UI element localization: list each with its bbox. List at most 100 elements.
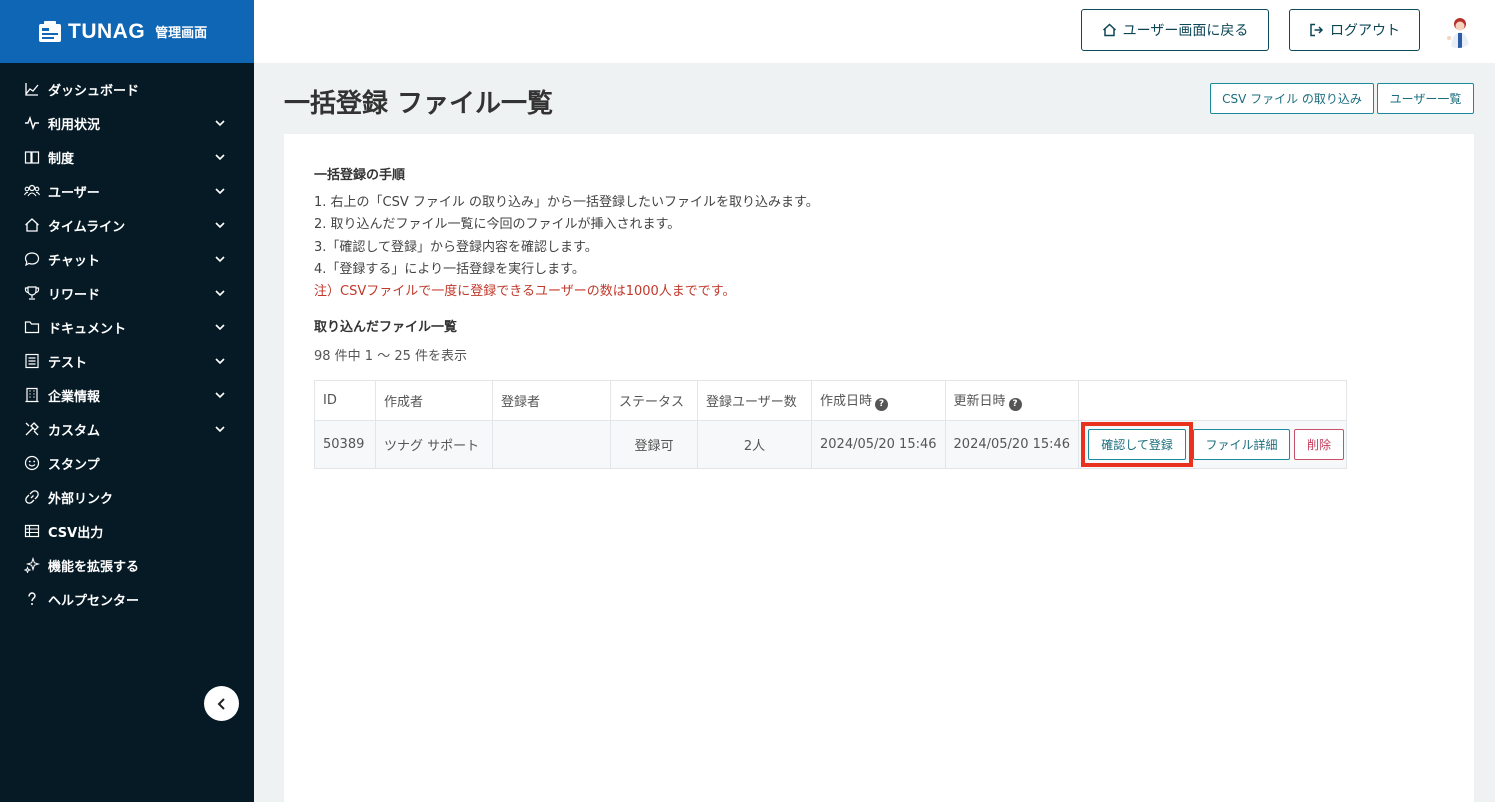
file-list-title: 取り込んだファイル一覧 [314, 320, 458, 335]
content-panel: 一括登録の手順 1. 右上の「CSV ファイル の取り込み」から一括登録したいフ… [284, 134, 1474, 802]
home-icon [24, 217, 40, 233]
sidebar-item-chat[interactable]: チャット [0, 242, 254, 276]
sidebar-item-label: ダッシュボード [48, 83, 140, 99]
sidebar-item-building[interactable]: 企業情報 [0, 378, 254, 412]
cell-id: 50389 [314, 420, 376, 469]
sidebar-item-tools[interactable]: カスタム [0, 412, 254, 446]
chevron-left-icon [217, 697, 225, 710]
procedure-steps: 1. 右上の「CSV ファイル の取り込み」から一括登録したいファイルを取り込み… [314, 192, 819, 303]
pulse-icon [24, 115, 40, 131]
sidebar-item-book[interactable]: 制度 [0, 140, 254, 174]
procedure-title: 一括登録の手順 [314, 168, 406, 183]
logout-button-label: ログアウト [1330, 23, 1400, 39]
brand-header[interactable]: TUNAG 管理画面 [0, 0, 254, 63]
back-to-user-screen-button[interactable]: ユーザー画面に戻る [1081, 9, 1269, 51]
col-header-id: ID [314, 380, 376, 421]
cell-updated: 2024/05/20 15:46 [944, 420, 1080, 469]
chart-icon [24, 81, 40, 97]
sidebar-item-label: テスト [48, 355, 88, 371]
sidebar-item-table[interactable]: CSV出力 [0, 514, 254, 548]
avatar[interactable] [1441, 14, 1475, 48]
limit-note: 注）CSVファイルで一度に登録できるユーザーの数は1000人までです。 [314, 284, 736, 300]
tools-icon [24, 421, 40, 437]
sidebar-item-label: ヘルプセンター [48, 593, 140, 609]
sidebar-collapse-button[interactable] [204, 686, 239, 721]
chevron-down-icon [215, 188, 225, 195]
created-header-label: 作成日時 [820, 394, 873, 409]
user-avatar-icon [1441, 14, 1475, 48]
chevron-down-icon [215, 222, 225, 229]
sparkle-icon [24, 557, 40, 573]
cell-registrant [492, 420, 611, 469]
chevron-down-icon [215, 120, 225, 127]
sidebar-item-label: リワード [48, 287, 101, 303]
table-row: 50389 ツナグ サポート 登録可 2人 2024/05/20 15:46 2… [314, 420, 1348, 469]
step-item: 2. 取り込んだファイル一覧に今回のファイルが挿入されます。 [314, 217, 681, 233]
sidebar-item-label: チャット [48, 253, 100, 269]
brand-name: TUNAG [68, 19, 146, 43]
file-table: ID 作成者 登録者 ステータス 登録ユーザー数 作成日時? 更新日時? 503… [314, 380, 1348, 469]
sidebar-item-chart[interactable]: ダッシュボード [0, 72, 254, 106]
sidebar-item-label: スタンプ [48, 457, 100, 473]
sidebar-item-checklist[interactable]: テスト [0, 344, 254, 378]
sidebar-item-label: 制度 [48, 151, 75, 167]
brand-subtitle: 管理画面 [155, 26, 208, 41]
sidebar-nav: ダッシュボード 利用状況制度ユーザータイムライン チャットリワードドキュメント テスト… [0, 63, 254, 616]
col-header-creator: 作成者 [375, 380, 493, 421]
sidebar-item-trophy[interactable]: リワード [0, 276, 254, 310]
book-icon [24, 149, 40, 165]
cell-creator: ツナグ サポート [375, 420, 493, 469]
delete-button[interactable]: 削除 [1294, 429, 1345, 460]
sidebar-item-label: ドキュメント [48, 321, 127, 337]
csv-import-button[interactable]: CSV ファイル の取り込み [1210, 83, 1374, 114]
col-header-actions [1078, 380, 1348, 421]
cell-status: 登録可 [610, 420, 698, 469]
sidebar-item-label: 企業情報 [48, 389, 101, 405]
sidebar-item-smile[interactable]: スタンプ [0, 446, 254, 480]
top-header: ユーザー画面に戻る ログアウト [254, 0, 1495, 63]
chevron-down-icon [215, 256, 225, 263]
sidebar-item-sparkle[interactable]: 機能を拡張する [0, 548, 254, 582]
user-list-button[interactable]: ユーザー一覧 [1377, 83, 1474, 114]
question-circle-icon[interactable]: ? [1008, 398, 1022, 411]
sidebar-item-label: 機能を拡張する [48, 559, 140, 575]
help-icon [24, 591, 40, 607]
result-count: 98 件中 1 〜 25 件を表示 [314, 349, 468, 364]
row-actions: 確認して登録 ファイル詳細 削除 [1081, 422, 1346, 467]
chevron-down-icon [215, 358, 225, 365]
sidebar-item-link[interactable]: 外部リンク [0, 480, 254, 514]
sidebar-item-label: 利用状況 [48, 117, 101, 133]
chat-icon [24, 251, 40, 267]
sidebar-item-label: タイムライン [48, 219, 126, 235]
sidebar-item-help[interactable]: ヘルプセンター [0, 582, 254, 616]
file-detail-button[interactable]: ファイル詳細 [1193, 429, 1291, 460]
sidebar-item-folder[interactable]: ドキュメント [0, 310, 254, 344]
question-circle-icon[interactable]: ? [875, 398, 889, 411]
logout-button[interactable]: ログアウト [1289, 9, 1420, 51]
sidebar-item-home[interactable]: タイムライン [0, 208, 254, 242]
chevron-down-icon [215, 324, 225, 331]
col-header-status: ステータス [610, 380, 698, 421]
chevron-down-icon [215, 154, 225, 161]
confirm-register-button[interactable]: 確認して登録 [1088, 429, 1187, 460]
tunag-logo-icon [39, 20, 61, 42]
table-icon [24, 523, 40, 539]
link-icon [24, 489, 40, 505]
sidebar-item-pulse[interactable]: 利用状況 [0, 106, 254, 140]
cell-created: 2024/05/20 15:46 [811, 420, 946, 469]
step-item: 4.「登録する」により一括登録を実行します。 [314, 261, 585, 277]
users-icon [24, 183, 40, 199]
home-icon [1102, 23, 1116, 37]
col-header-user-count: 登録ユーザー数 [697, 380, 812, 421]
step-item: 3.「確認して登録」から登録内容を確認します。 [314, 239, 598, 255]
sidebar: TUNAG 管理画面 ダッシュボード 利用状況制度ユーザータイムライン チャットリワ… [0, 0, 254, 802]
sidebar-item-label: ユーザー [48, 185, 100, 201]
step-item: 1. 右上の「CSV ファイル の取り込み」から一括登録したいファイルを取り込み… [314, 195, 819, 210]
cell-user-count: 2人 [697, 420, 812, 469]
chevron-down-icon [215, 426, 225, 433]
sidebar-item-users[interactable]: ユーザー [0, 174, 254, 208]
chevron-down-icon [215, 392, 225, 399]
trophy-icon [24, 285, 40, 301]
updated-header-label: 更新日時 [953, 394, 1006, 409]
highlight-frame: 確認して登録 [1081, 422, 1194, 467]
